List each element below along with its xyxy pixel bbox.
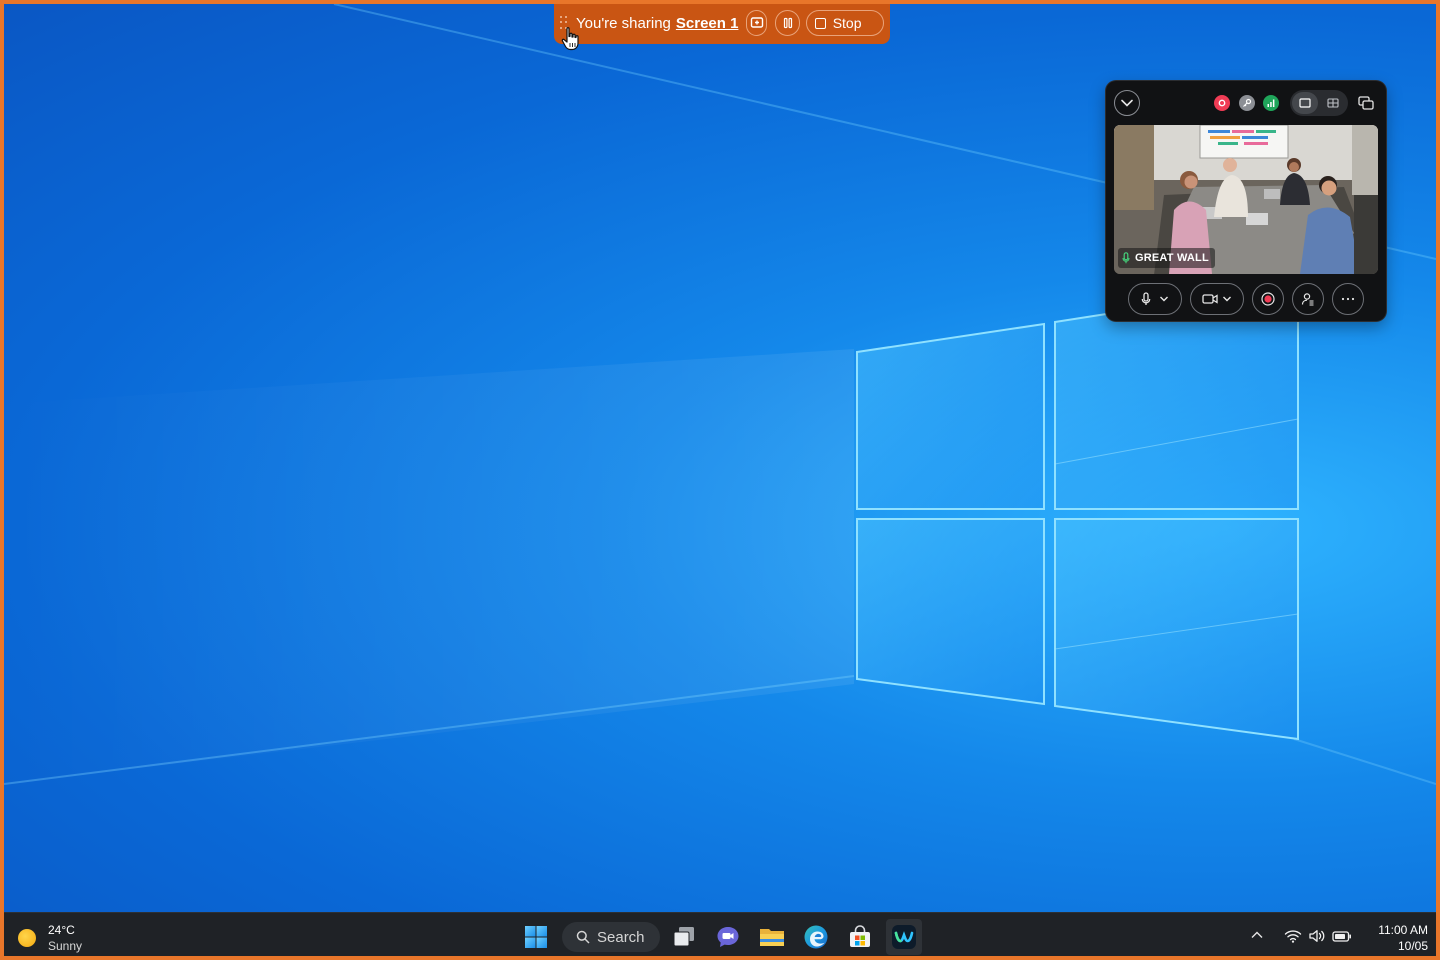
weather-temperature: 24°C xyxy=(48,923,75,937)
hand-cursor-icon xyxy=(561,27,579,51)
microphone-button[interactable] xyxy=(1128,283,1182,315)
grid-view-icon xyxy=(1327,98,1339,108)
start-button[interactable] xyxy=(518,919,554,955)
taskbar: 24°C Sunny Search 11:00 AM 10/05 xyxy=(4,912,1436,956)
network-quality-indicator[interactable] xyxy=(1263,95,1279,111)
grid-layout-button[interactable] xyxy=(1320,92,1346,114)
sharing-status: You're sharing Screen 1 xyxy=(576,15,738,32)
clock-date: 10/05 xyxy=(1397,939,1428,953)
chevron-down-icon xyxy=(1121,99,1133,107)
desktop-screen: You're sharing Screen 1 Stop GREAT WALL … xyxy=(0,0,1440,960)
stop-sharing-label: Stop xyxy=(832,15,862,31)
weather-widget[interactable]: 24°C Sunny xyxy=(18,921,82,955)
chevron-down-icon xyxy=(1223,296,1231,302)
camera-button[interactable] xyxy=(1190,283,1244,315)
store-icon xyxy=(850,925,870,947)
recording-status-indicator[interactable] xyxy=(1214,95,1230,111)
layout-toggle xyxy=(1290,90,1348,116)
participant-name: GREAT WALL xyxy=(1135,252,1209,264)
weather-info: 24°C Sunny xyxy=(48,922,82,954)
meet-chat-icon xyxy=(717,927,739,947)
search-icon xyxy=(576,930,590,944)
sharing-toolbar: You're sharing Screen 1 Stop xyxy=(554,4,890,44)
volume-icon[interactable] xyxy=(1308,929,1326,943)
weather-condition: Sunny xyxy=(48,939,83,953)
meeting-mini-window: GREAT WALL xyxy=(1106,81,1386,321)
battery-icon[interactable] xyxy=(1332,931,1352,942)
share-switch-icon xyxy=(750,17,764,28)
file-explorer-button[interactable] xyxy=(754,919,790,955)
microsoft-store-button[interactable] xyxy=(842,919,878,955)
collapse-window-button[interactable] xyxy=(1114,90,1140,116)
record-button[interactable] xyxy=(1252,283,1284,315)
stop-icon xyxy=(814,17,826,29)
task-view-button[interactable] xyxy=(666,919,702,955)
participants-icon xyxy=(1301,293,1314,306)
windows-logo-icon xyxy=(525,926,547,948)
chevron-down-icon xyxy=(1160,296,1168,302)
file-explorer-icon xyxy=(760,929,784,946)
system-clock[interactable]: 11:00 AM 10/05 xyxy=(1378,922,1428,954)
single-view-icon xyxy=(1299,98,1311,108)
edge-icon xyxy=(804,925,828,949)
participant-video-tile[interactable]: GREAT WALL xyxy=(1114,125,1378,274)
stop-sharing-button[interactable]: Stop xyxy=(805,10,884,36)
signal-bars-icon xyxy=(1267,99,1275,107)
edge-browser-button[interactable] xyxy=(798,919,834,955)
search-label: Search xyxy=(597,928,645,946)
more-icon xyxy=(1341,297,1355,301)
pop-out-icon xyxy=(1358,96,1374,110)
taskbar-search-box[interactable]: Search xyxy=(562,922,660,952)
teams-chat-button[interactable] xyxy=(710,919,746,955)
recording-icon xyxy=(1218,99,1226,107)
sun-icon xyxy=(18,929,36,947)
participants-button[interactable] xyxy=(1292,283,1324,315)
clock-time: 11:00 AM xyxy=(1378,923,1428,937)
pause-sharing-button[interactable] xyxy=(775,10,800,36)
change-shared-content-button[interactable] xyxy=(746,10,768,36)
key-icon xyxy=(1243,98,1252,107)
chevron-up-icon[interactable] xyxy=(1250,930,1264,940)
sharing-status-text: You're sharing xyxy=(576,14,671,32)
microphone-active-icon xyxy=(1122,252,1130,264)
pause-icon xyxy=(783,17,792,29)
microphone-icon xyxy=(1141,292,1151,305)
participant-name-label: GREAT WALL xyxy=(1118,248,1215,268)
screen-select-link[interactable]: Screen 1 xyxy=(676,15,739,32)
security-status-indicator[interactable] xyxy=(1239,95,1255,111)
more-options-button[interactable] xyxy=(1332,283,1364,315)
task-view-icon xyxy=(673,927,694,947)
webex-app-button[interactable] xyxy=(886,919,922,955)
stage-layout-button[interactable] xyxy=(1292,92,1318,114)
pop-out-window-button[interactable] xyxy=(1356,93,1376,113)
camera-icon xyxy=(1202,294,1218,304)
record-icon xyxy=(1261,292,1275,306)
wifi-icon[interactable] xyxy=(1284,929,1302,943)
webex-icon xyxy=(892,925,916,949)
